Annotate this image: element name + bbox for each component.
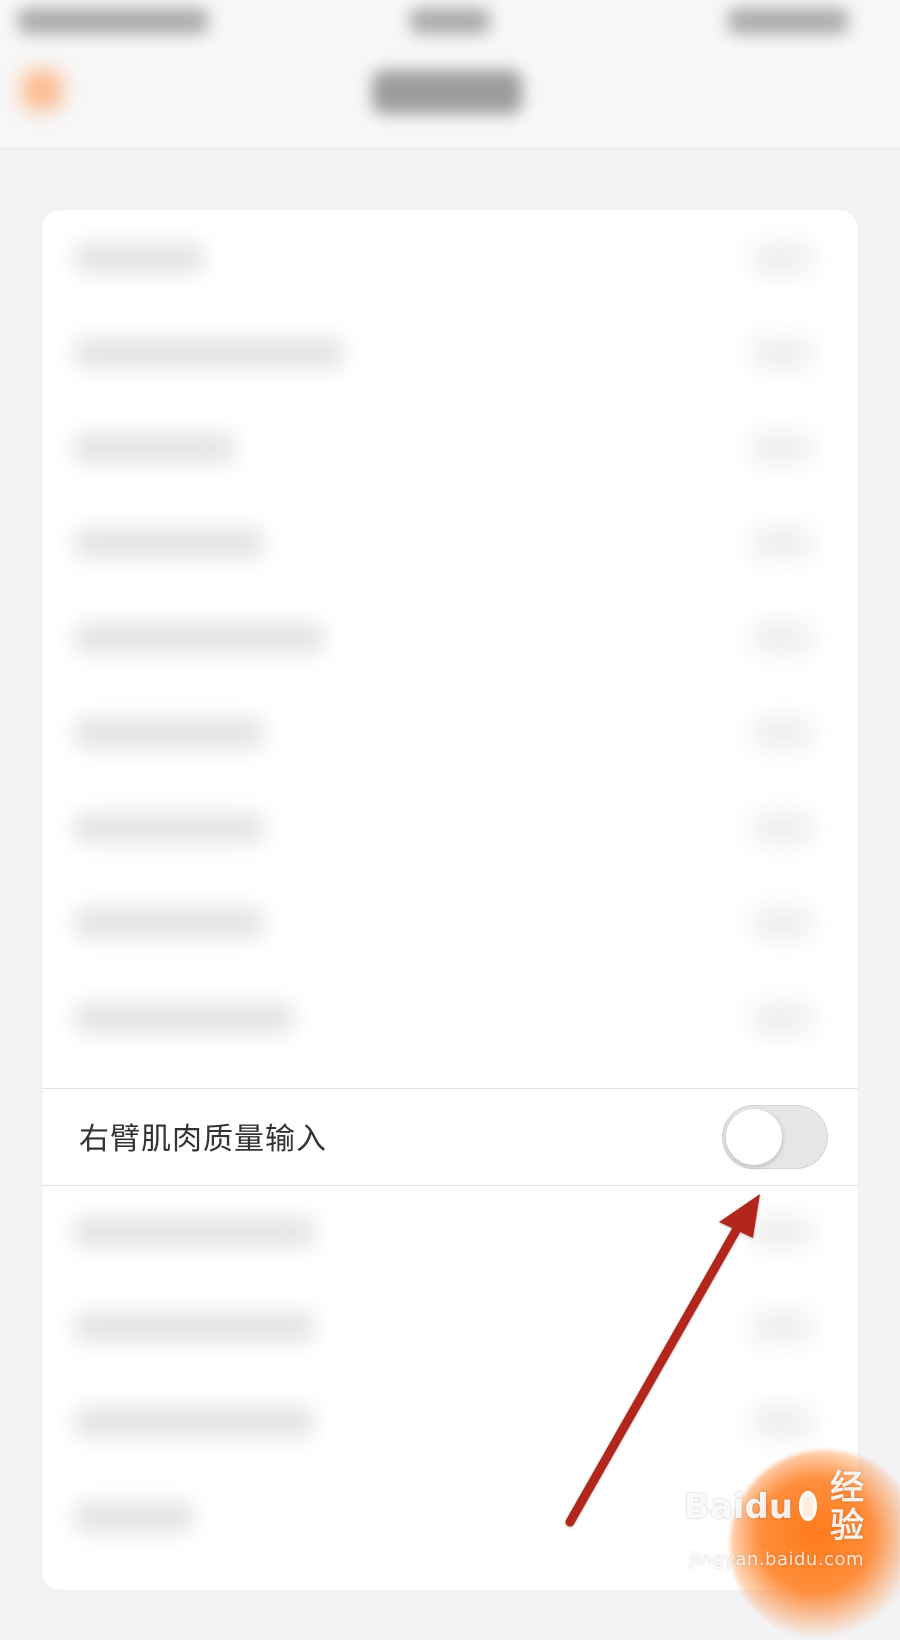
baidu-paw-icon bbox=[799, 1491, 818, 1521]
blurred-setting-row[interactable] bbox=[42, 970, 858, 1066]
blurred-setting-row[interactable] bbox=[42, 685, 858, 781]
setting-label-blur bbox=[74, 1216, 314, 1248]
blurred-setting-row[interactable] bbox=[42, 1279, 858, 1375]
watermark-brand-line: Baidu 经验 bbox=[684, 1469, 864, 1545]
toggle-knob bbox=[726, 1109, 782, 1165]
status-right-blur bbox=[728, 8, 848, 34]
blurred-setting-row[interactable] bbox=[42, 590, 858, 686]
setting-label-blur bbox=[74, 1311, 314, 1343]
status-left-blur bbox=[18, 8, 208, 34]
setting-row-right-arm-muscle-input[interactable]: 右臂肌肉质量输入 bbox=[42, 1088, 858, 1186]
setting-label-blur bbox=[74, 812, 264, 844]
toggle-switch[interactable] bbox=[722, 1105, 828, 1169]
back-icon[interactable] bbox=[22, 70, 62, 110]
setting-control-blur bbox=[750, 1216, 814, 1248]
setting-control-blur bbox=[750, 717, 814, 749]
blurred-setting-row[interactable] bbox=[42, 210, 858, 306]
page-title-blur bbox=[372, 70, 522, 114]
watermark-domain: jingyan.baidu.com bbox=[689, 1549, 864, 1570]
setting-control-blur bbox=[750, 1406, 814, 1438]
setting-label-blur bbox=[74, 1501, 194, 1533]
setting-label-blur bbox=[74, 1406, 314, 1438]
blurred-setting-row[interactable] bbox=[42, 400, 858, 496]
blurred-setting-row[interactable] bbox=[42, 305, 858, 401]
watermark-brand: Baidu bbox=[684, 1487, 794, 1527]
setting-control-blur bbox=[750, 527, 814, 559]
baidu-jingyan-watermark: Baidu 经验 jingyan.baidu.com bbox=[684, 1469, 864, 1570]
setting-control-blur bbox=[750, 1311, 814, 1343]
blurred-setting-row[interactable] bbox=[42, 875, 858, 971]
setting-label-blur bbox=[74, 242, 204, 274]
setting-label-blur bbox=[74, 527, 264, 559]
setting-label-blur bbox=[74, 907, 264, 939]
setting-label-blur bbox=[74, 1002, 294, 1034]
setting-label-blur bbox=[74, 622, 324, 654]
status-bar bbox=[0, 0, 900, 48]
setting-control-blur bbox=[750, 812, 814, 844]
blurred-setting-row[interactable] bbox=[42, 495, 858, 591]
status-center-blur bbox=[410, 8, 490, 34]
setting-label-blur bbox=[74, 337, 344, 369]
setting-label-blur bbox=[74, 432, 234, 464]
setting-label-blur bbox=[74, 717, 264, 749]
blurred-setting-row[interactable] bbox=[42, 1374, 858, 1470]
setting-control-blur bbox=[750, 907, 814, 939]
setting-control-blur bbox=[750, 337, 814, 369]
setting-label: 右臂肌肉质量输入 bbox=[79, 1122, 327, 1157]
blurred-setting-row[interactable] bbox=[42, 780, 858, 876]
setting-control-blur bbox=[750, 432, 814, 464]
setting-control-blur bbox=[750, 1002, 814, 1034]
watermark-suffix: 经验 bbox=[830, 1468, 864, 1546]
setting-control-blur bbox=[750, 622, 814, 654]
blurred-setting-row[interactable] bbox=[42, 1184, 858, 1280]
setting-control-blur bbox=[750, 242, 814, 274]
